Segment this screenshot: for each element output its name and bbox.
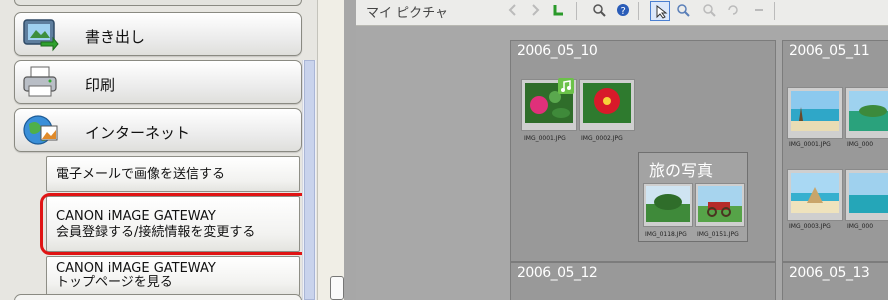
- album-title: 旅の写真: [649, 161, 714, 180]
- file-name: IMG_000: [847, 223, 874, 230]
- date-group-0511: 2006_05_11 IMG_0001.JPG IMG_000 IMG_0003…: [782, 40, 888, 262]
- pointer-icon: [656, 5, 668, 19]
- file-name: IMG_0151.JPG: [697, 231, 739, 238]
- thumbnail-img-0002[interactable]: [845, 87, 888, 139]
- thumbnail-img-0001[interactable]: [521, 78, 577, 131]
- thumbnail-img-0003[interactable]: [787, 169, 843, 221]
- search-icon[interactable]: [676, 3, 690, 17]
- print-button-label: 印刷: [85, 76, 116, 94]
- folder-title: マイ ピクチャ: [366, 6, 449, 21]
- forward-icon[interactable]: [528, 3, 542, 17]
- thumbnail-img-0004[interactable]: [845, 169, 888, 221]
- printer-icon: [23, 66, 57, 97]
- export-button-label: 書き出し: [85, 28, 146, 46]
- scrollbar-thumb[interactable]: [304, 60, 315, 300]
- svg-text:?: ?: [621, 6, 626, 17]
- send-email-label: 電子メールで画像を送信する: [56, 167, 226, 182]
- thumbnail-img-0118[interactable]: [643, 183, 693, 227]
- viewer-toolbar: マイ ピクチャ ?: [356, 0, 888, 26]
- date-group-title: 2006_05_11: [789, 43, 870, 59]
- beach-photo: [791, 91, 839, 131]
- music-note-icon: [558, 78, 574, 94]
- zoom-icon[interactable]: [592, 3, 606, 17]
- internet-button-label: インターネット: [85, 124, 191, 142]
- beach-photo: [849, 91, 888, 131]
- thumbnail-area: 2006_05_10 IMG_0001.JPG IMG_0002.JPG 200…: [356, 26, 888, 300]
- more-icon[interactable]: [752, 3, 766, 17]
- application-window: 書き出し 印刷 インターネット 電子メールで画像を送信する CANON iMAG…: [0, 0, 888, 300]
- date-group-0513: 2006_05_13: [782, 262, 888, 300]
- back-icon[interactable]: [506, 3, 520, 17]
- toolbar-divider: [576, 2, 577, 20]
- select-tool-button[interactable]: [650, 1, 670, 21]
- album-travel-photos[interactable]: 旅の写真 IMG_0118.JPG IMG_0151.JPG: [638, 152, 748, 242]
- flower-photo: [583, 83, 631, 123]
- date-group-title: 2006_05_12: [517, 265, 598, 281]
- file-name: IMG_0118.JPG: [645, 231, 687, 238]
- previous-button-edge: [14, 0, 302, 6]
- garden-photo: [646, 186, 690, 222]
- globe-icon: [23, 115, 58, 145]
- file-name: IMG_0001.JPG: [524, 135, 566, 142]
- export-button[interactable]: 書き出し: [14, 12, 302, 56]
- next-button-edge: [14, 294, 302, 300]
- gateway-top-item[interactable]: CANON iMAGE GATEWAY トップページを見る: [46, 256, 300, 296]
- toolbar-divider: [774, 2, 775, 20]
- file-name: IMG_0002.JPG: [581, 135, 623, 142]
- level-up-icon[interactable]: [552, 3, 566, 17]
- task-panel: 書き出し 印刷 インターネット 電子メールで画像を送信する CANON iMAG…: [0, 0, 318, 300]
- rotate-icon[interactable]: [726, 3, 740, 17]
- viewer-panel: マイ ピクチャ ? 2006_05_10 IMG_0001.JPG IMG_00…: [344, 0, 888, 300]
- beach-photo: [849, 173, 888, 213]
- print-button[interactable]: 印刷: [14, 60, 302, 104]
- send-email-item[interactable]: 電子メールで画像を送信する: [46, 156, 300, 192]
- thumbnail-img-0151[interactable]: [695, 183, 745, 227]
- thumbnail-img-0002[interactable]: [579, 79, 635, 131]
- gateway-top-line2: トップページを見る: [56, 275, 173, 290]
- internet-button[interactable]: インターネット: [14, 108, 302, 152]
- cart-photo: [698, 186, 742, 222]
- file-name: IMG_0003.JPG: [789, 223, 831, 230]
- red-highlight-box: [40, 193, 312, 255]
- thumbnail-img-0001[interactable]: [787, 87, 843, 139]
- toolbar-divider: [638, 2, 639, 20]
- zoom-out-icon[interactable]: [702, 3, 716, 17]
- file-name: IMG_0001.JPG: [789, 141, 831, 148]
- date-group-title: 2006_05_13: [789, 265, 870, 281]
- date-group-title: 2006_05_10: [517, 43, 598, 59]
- beach-photo: [791, 173, 839, 213]
- help-icon[interactable]: ?: [616, 3, 630, 17]
- task-panel-scrollbar[interactable]: [302, 60, 316, 300]
- splitter-handle[interactable]: [330, 276, 344, 300]
- file-name: IMG_000: [847, 141, 874, 148]
- export-icon: [23, 19, 59, 52]
- date-group-0512: 2006_05_12: [510, 262, 776, 300]
